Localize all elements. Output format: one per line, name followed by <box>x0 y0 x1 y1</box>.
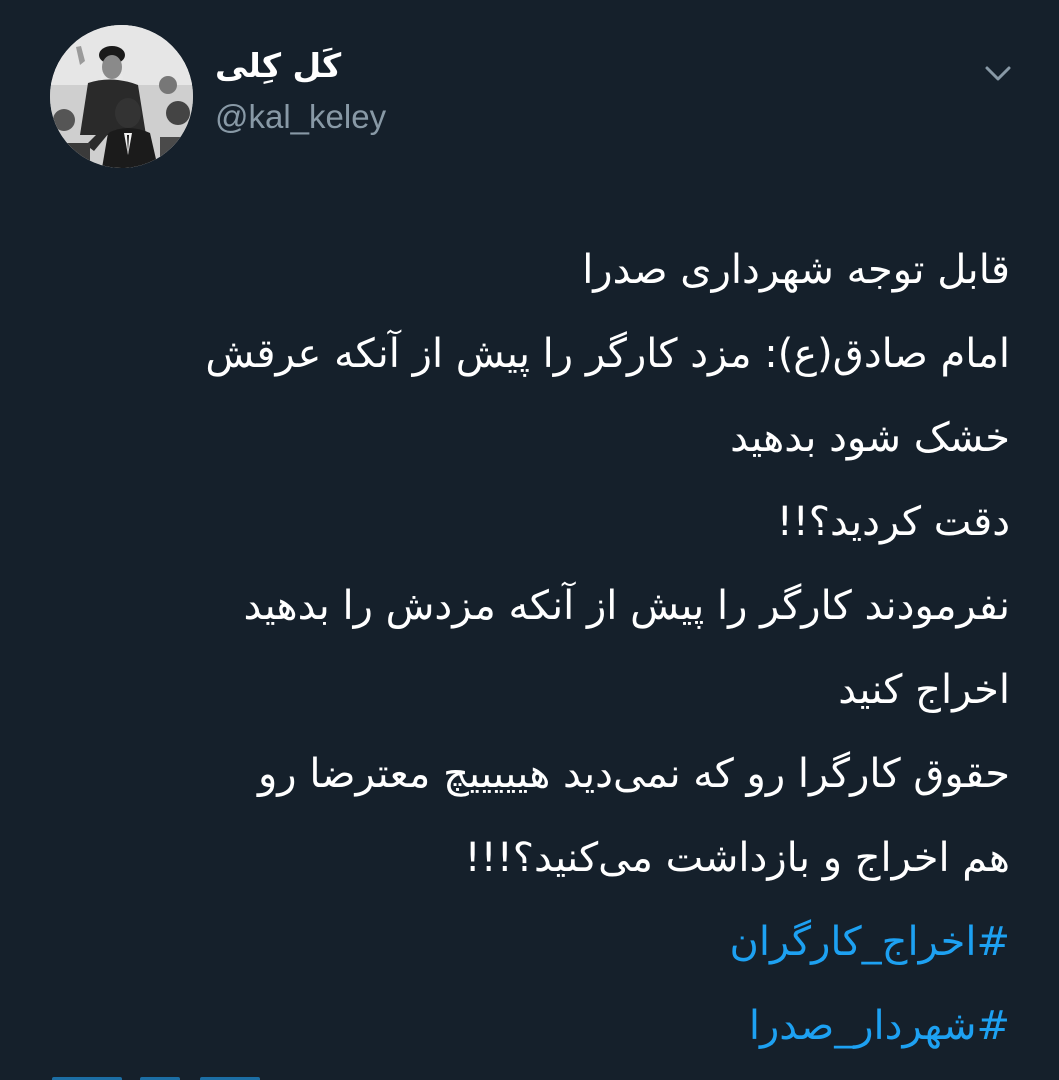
tweet-line: حقوق کارگرا رو که نمی‌دید هیییییچ معترضا… <box>257 751 1010 797</box>
cut-off-text-edge <box>0 1072 1059 1080</box>
display-name[interactable]: کَل کِلی <box>215 44 341 88</box>
tweet-line: دقت کردید؟!! <box>776 499 1010 545</box>
profile-photo <box>50 25 193 168</box>
tweet-card: کَل کِلی @kal_keley قابل توجه شهرداری صد… <box>0 0 1059 1080</box>
user-handle[interactable]: @kal_keley <box>215 95 386 139</box>
avatar[interactable] <box>50 25 193 168</box>
tweet-line: خشک شود بدهید <box>730 415 1010 461</box>
tweet-line: اخراج کنید <box>838 667 1010 713</box>
tweet-line: امام صادق(ع): مزد کارگر را پیش از آنکه ع… <box>205 331 1010 377</box>
hashtag-link[interactable]: #اخراج_کارگران <box>40 900 1010 984</box>
hashtag-link[interactable]: #شهردار_صدرا <box>40 984 1010 1068</box>
tweet-line: قابل توجه شهرداری صدرا <box>582 247 1010 293</box>
tweet-line: هم اخراج و بازداشت می‌کنید؟!!! <box>464 835 1010 881</box>
chevron-down-icon[interactable] <box>978 54 1018 94</box>
tweet-text: قابل توجه شهرداری صدرا امام صادق(ع): مزد… <box>40 228 1010 1068</box>
tweet-line: نفرمودند کارگر را پیش از آنکه مزدش را بد… <box>243 583 1010 629</box>
